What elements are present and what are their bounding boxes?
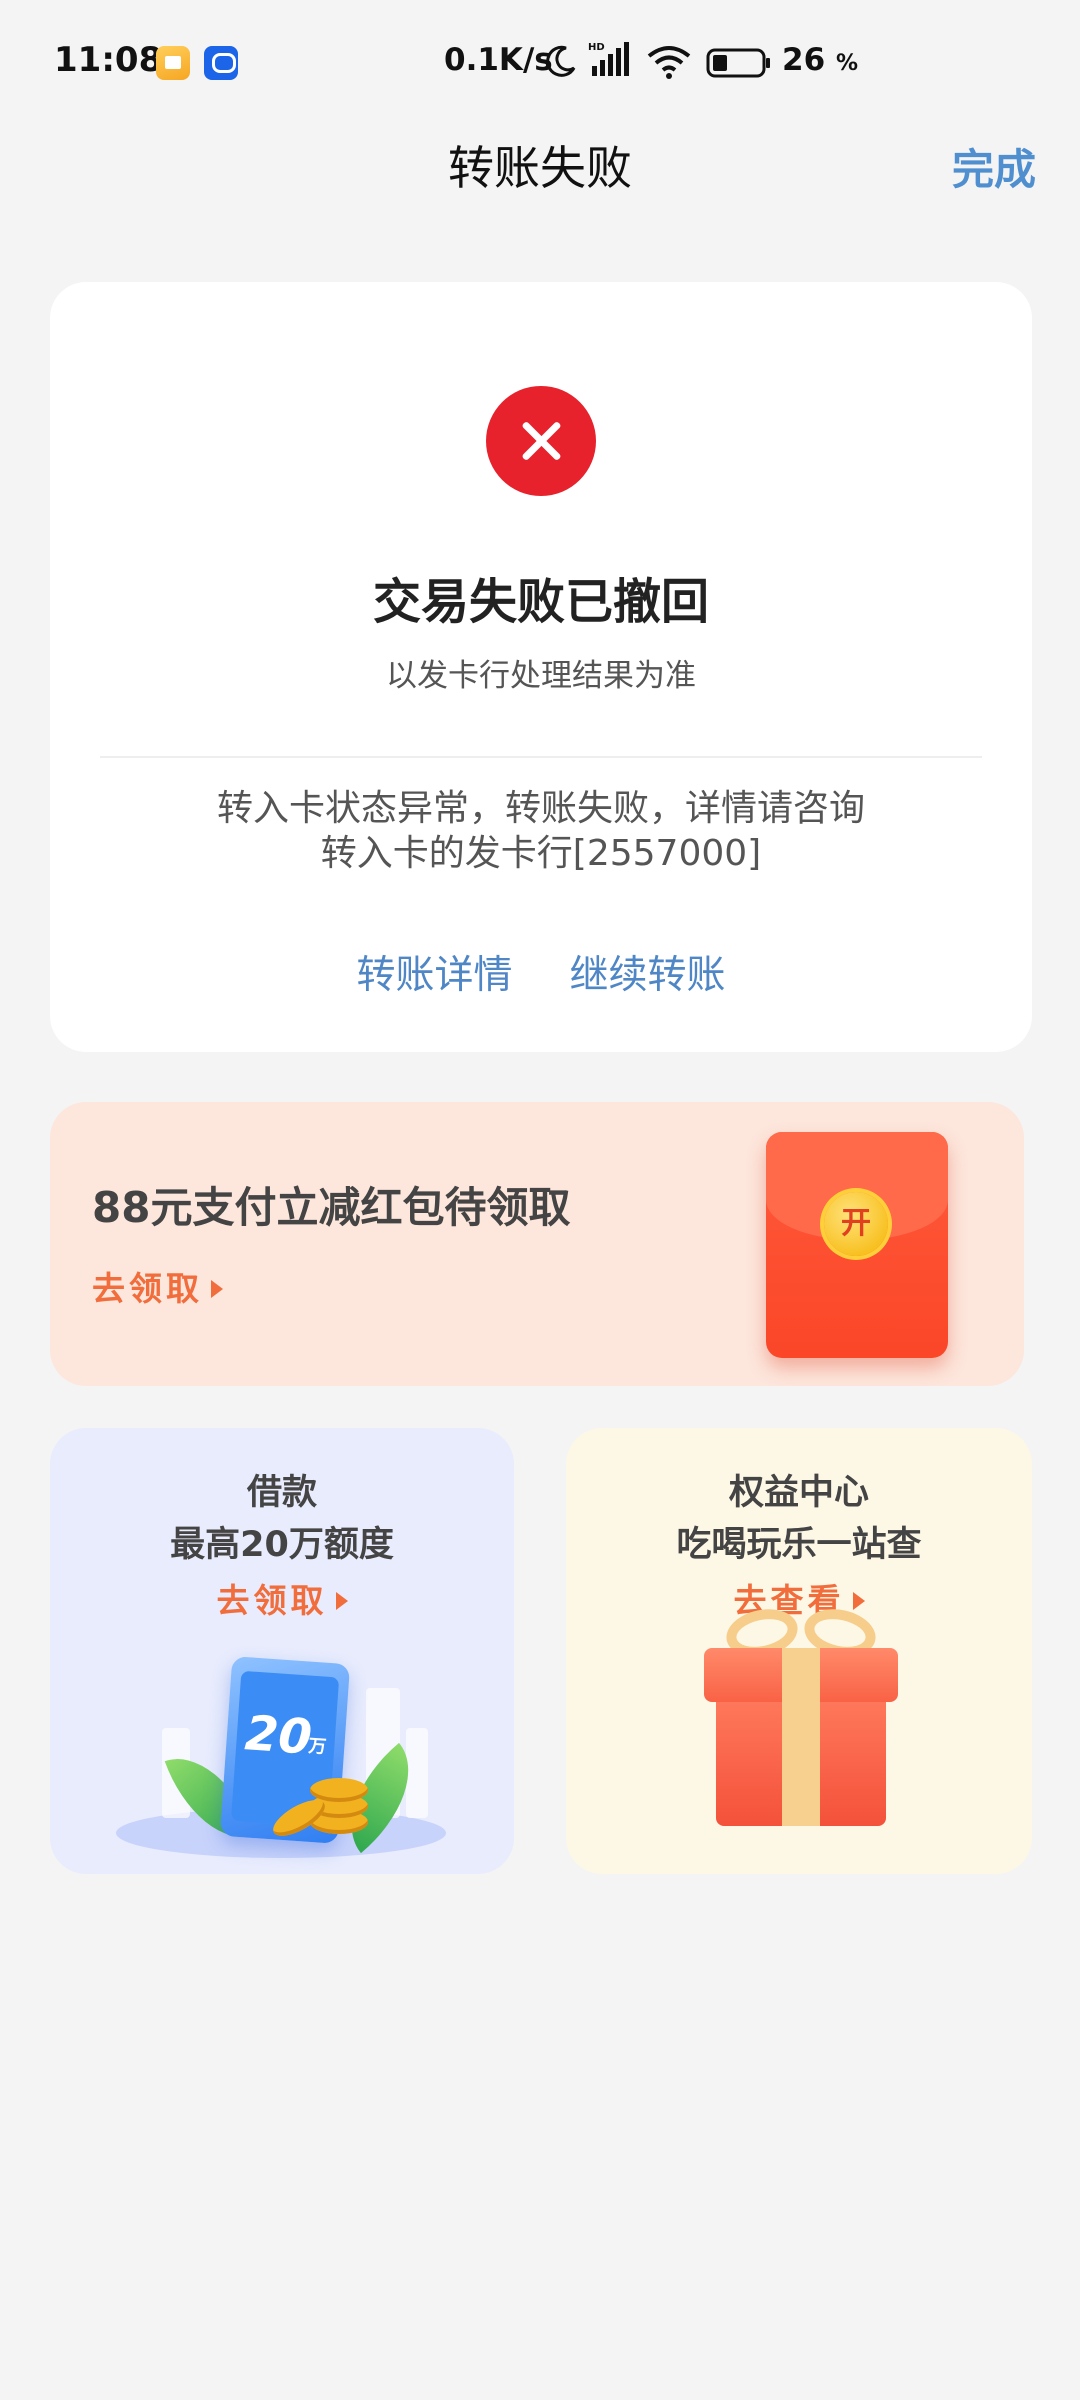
error-x-icon	[486, 386, 596, 496]
result-subtitle: 以发卡行处理结果为准	[386, 658, 696, 694]
rights-view-button[interactable]: 去查看	[566, 1574, 1032, 1622]
red-packet-icon: 开	[766, 1132, 948, 1358]
arrow-right-icon	[852, 1591, 865, 1610]
battery-percent-unit: %	[835, 51, 858, 76]
wifi-icon	[647, 46, 691, 79]
gift-ribbon	[782, 1648, 820, 1826]
red-packet-seal: 开	[824, 1192, 888, 1256]
battery-icon	[706, 48, 770, 78]
moon-icon	[546, 45, 576, 77]
loan-amount: 20	[243, 1705, 314, 1766]
loan-amount-unit: 万	[307, 1735, 328, 1758]
result-card: 交易失败已撤回 以发卡行处理结果为准 转入卡状态异常，转账失败，详情请咨询 转入…	[50, 282, 1032, 1052]
status-bar: 11:08 0.1K/s HD 26 %	[0, 0, 1080, 130]
loan-claim-button[interactable]: 去领取	[50, 1574, 514, 1622]
result-actions: 转账详情 继续转账	[50, 944, 1032, 1000]
continue-transfer-link[interactable]: 继续转账	[570, 944, 726, 1000]
done-button[interactable]: 完成	[952, 136, 1036, 197]
promo-claim-button[interactable]: 去领取	[92, 1262, 223, 1310]
arrow-right-icon	[335, 1591, 348, 1610]
result-message-line1: 转入卡状态异常，转账失败，详情请咨询	[216, 788, 865, 829]
result-title: 交易失败已撤回	[372, 574, 709, 630]
alipay-app-icon	[204, 46, 238, 80]
coin-icon	[310, 1778, 368, 1802]
promo-title: 88元支付立减红包待领取	[92, 1183, 571, 1232]
result-message: 转入卡状态异常，转账失败，详情请咨询 转入卡的发卡行[2557000]	[110, 786, 972, 876]
arrow-right-icon	[211, 1279, 223, 1298]
notes-app-icon	[156, 46, 190, 80]
loan-card-title: 借款	[246, 1473, 317, 1513]
loan-card-subtitle: 最高20万额度	[170, 1525, 394, 1565]
result-message-line2: 转入卡的发卡行[2557000]	[320, 833, 762, 874]
status-time: 11:08	[54, 40, 163, 80]
promo-claim-label: 去领取	[92, 1269, 203, 1308]
battery-percent: 26 %	[782, 42, 858, 78]
red-packet-promo-banner[interactable]: 88元支付立减红包待领取 去领取 开	[50, 1102, 1024, 1386]
building-shape	[406, 1728, 428, 1818]
loan-card[interactable]: 借款 最高20万额度 去领取 20 万	[50, 1428, 514, 1874]
svg-text:HD: HD	[588, 42, 605, 53]
transfer-details-link[interactable]: 转账详情	[356, 944, 512, 1000]
battery-percent-value: 26	[782, 42, 826, 78]
page-title: 转账失败	[448, 141, 632, 195]
rights-center-card[interactable]: 权益中心 吃喝玩乐一站查 去查看	[566, 1428, 1032, 1874]
hd-signal-icon: HD	[588, 42, 629, 76]
network-speed: 0.1K/s	[444, 42, 553, 78]
rights-card-title: 权益中心	[728, 1473, 869, 1513]
loan-claim-label: 去领取	[216, 1581, 328, 1620]
divider	[100, 756, 982, 758]
rights-card-subtitle: 吃喝玩乐一站查	[676, 1525, 922, 1565]
